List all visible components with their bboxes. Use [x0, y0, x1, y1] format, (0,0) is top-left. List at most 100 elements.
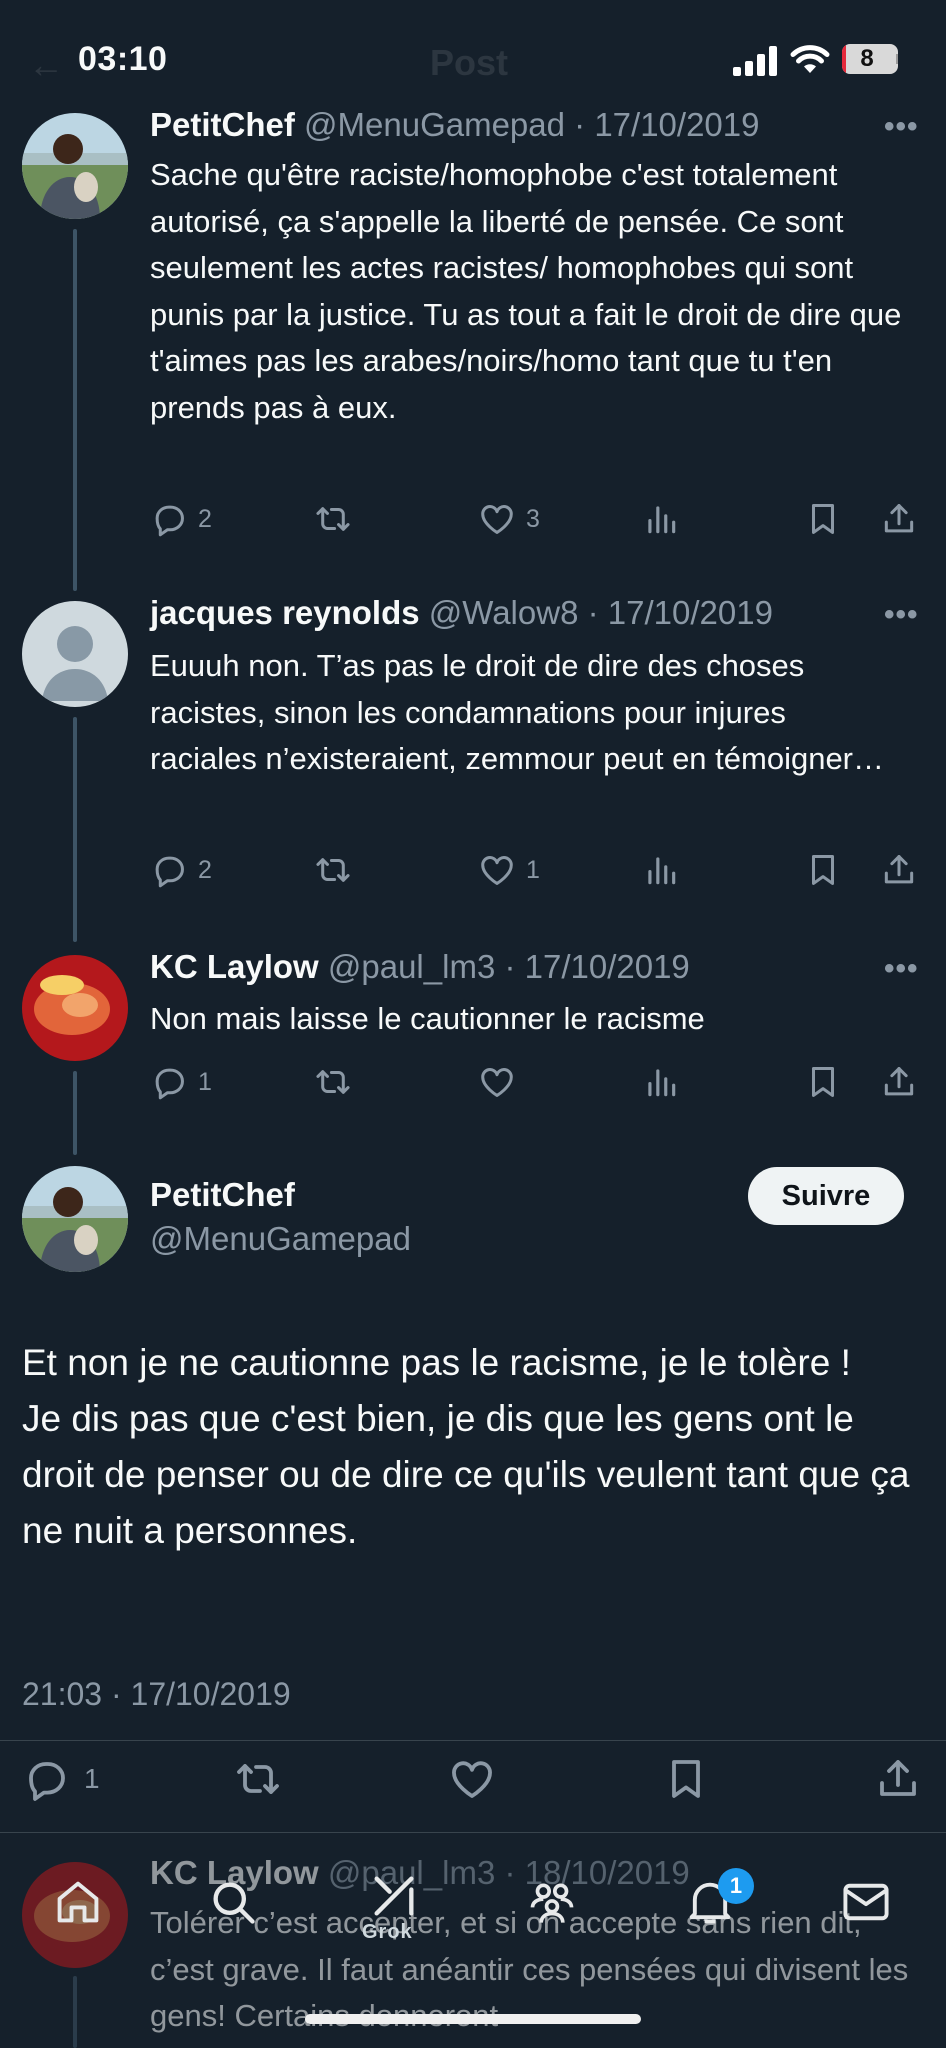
divider — [0, 1740, 946, 1741]
like-count: 3 — [526, 504, 540, 533]
notification-badge: 1 — [718, 1868, 754, 1904]
like-button[interactable]: 3 — [478, 500, 540, 538]
reply-count: 2 — [198, 855, 212, 884]
bookmark-button[interactable] — [804, 1063, 842, 1101]
views-button[interactable] — [642, 851, 680, 889]
more-icon[interactable]: ••• — [884, 110, 919, 144]
author-name[interactable]: PetitChef — [150, 106, 295, 143]
author-handle[interactable]: @paul_lm3 — [328, 948, 495, 985]
main-author-handle[interactable]: @MenuGamepad — [150, 1220, 411, 1258]
like-button[interactable] — [478, 1063, 516, 1101]
thread-line — [73, 717, 77, 942]
thread-line — [73, 229, 77, 591]
retweet-icon — [314, 851, 352, 889]
more-icon[interactable]: ••• — [884, 598, 919, 632]
bookmark-icon — [804, 1063, 842, 1101]
like-button[interactable]: 1 — [478, 851, 540, 889]
author-name[interactable]: KC Laylow — [150, 948, 319, 985]
avatar-photo — [22, 955, 128, 1061]
back-arrow-icon[interactable]: ← — [28, 44, 64, 86]
home-indicator[interactable] — [305, 2014, 641, 2024]
reply-button[interactable]: 1 — [22, 1755, 100, 1803]
reply-icon — [150, 851, 188, 889]
like-icon — [478, 851, 516, 889]
wifi-icon — [790, 45, 830, 73]
author-handle[interactable]: @MenuGamepad — [304, 106, 565, 143]
post-header: jacques reynolds @Walow8 · 17/10/2019 — [150, 594, 773, 632]
avatar-photo — [22, 1166, 128, 1272]
status-time: 03:10 — [78, 40, 168, 78]
like-button[interactable] — [448, 1755, 496, 1803]
bookmark-button[interactable] — [804, 851, 842, 889]
views-button[interactable] — [642, 1063, 680, 1101]
post-text: Sache qu'être raciste/homophobe c'est to… — [150, 157, 902, 425]
author-handle[interactable]: @Walow8 — [429, 594, 579, 631]
post-timestamp: 21:03 · 17/10/2019 — [22, 1676, 291, 1712]
retweet-button[interactable] — [314, 851, 352, 889]
retweet-button[interactable] — [314, 500, 352, 538]
share-button[interactable] — [880, 1063, 918, 1101]
share-button[interactable] — [880, 500, 918, 538]
retweet-button[interactable] — [234, 1755, 282, 1803]
default-avatar-icon — [22, 601, 128, 707]
messages-icon — [840, 1876, 892, 1928]
author-name[interactable]: jacques reynolds — [150, 594, 420, 631]
share-icon — [880, 851, 918, 889]
post-date: · 17/10/2019 — [574, 106, 760, 143]
more-icon[interactable]: ••• — [884, 952, 919, 986]
share-icon — [880, 500, 918, 538]
views-icon — [642, 500, 680, 538]
post-header: KC Laylow @paul_lm3 · 17/10/2019 — [150, 948, 690, 986]
tab-search[interactable] — [207, 1876, 259, 1933]
tab-home[interactable] — [52, 1876, 104, 1933]
bookmark-button[interactable] — [804, 500, 842, 538]
communities-icon — [526, 1876, 578, 1928]
views-icon — [642, 851, 680, 889]
reply-button[interactable]: 2 — [150, 851, 212, 889]
bookmark-icon — [804, 500, 842, 538]
retweet-button[interactable] — [314, 1063, 352, 1101]
header-title: Post — [430, 42, 509, 83]
retweet-icon — [234, 1755, 282, 1803]
bookmark-button[interactable] — [662, 1755, 710, 1803]
like-icon — [478, 500, 516, 538]
tab-communities[interactable] — [526, 1876, 578, 1933]
bookmark-icon — [662, 1755, 710, 1803]
grok-icon — [368, 1870, 420, 1922]
views-button[interactable] — [642, 500, 680, 538]
share-button[interactable] — [874, 1755, 922, 1803]
share-button[interactable] — [880, 851, 918, 889]
battery-indicator: 8 — [842, 44, 898, 74]
views-icon — [642, 1063, 680, 1101]
reply-icon — [150, 500, 188, 538]
battery-level: 8 — [860, 45, 874, 72]
bookmark-icon — [804, 851, 842, 889]
main-author-name[interactable]: PetitChef — [150, 1176, 295, 1214]
post-text: Non mais laisse le cautionner le racisme — [150, 1001, 705, 1036]
post-text: Euuuh non. T’as pas le droit de dire des… — [150, 648, 885, 776]
divider — [0, 1832, 946, 1833]
home-icon — [52, 1876, 104, 1928]
like-icon — [478, 1063, 516, 1101]
avatar-photo — [22, 113, 128, 219]
avatar[interactable] — [22, 601, 128, 707]
reply-button[interactable]: 2 — [150, 500, 212, 538]
avatar[interactable] — [22, 1166, 128, 1272]
main-post-text: Et non je ne cautionne pas le racisme, j… — [22, 1342, 910, 1551]
post-date: · 17/10/2019 — [587, 594, 773, 631]
avatar[interactable] — [22, 113, 128, 219]
tab-grok[interactable] — [368, 1870, 420, 1927]
cellular-signal-icon — [733, 46, 777, 76]
post-date: · 17/10/2019 — [504, 948, 690, 985]
reply-count: 1 — [84, 1763, 100, 1794]
grok-label: Grok — [362, 1921, 413, 1943]
like-count: 1 — [526, 855, 540, 884]
reply-icon — [150, 1063, 188, 1101]
avatar[interactable] — [22, 955, 128, 1061]
reply-count: 1 — [198, 1067, 212, 1096]
tab-messages[interactable] — [840, 1876, 892, 1933]
reply-count: 2 — [198, 504, 212, 533]
follow-button[interactable]: Suivre — [748, 1167, 904, 1225]
reply-button[interactable]: 1 — [150, 1063, 212, 1101]
reply-icon — [22, 1755, 70, 1803]
